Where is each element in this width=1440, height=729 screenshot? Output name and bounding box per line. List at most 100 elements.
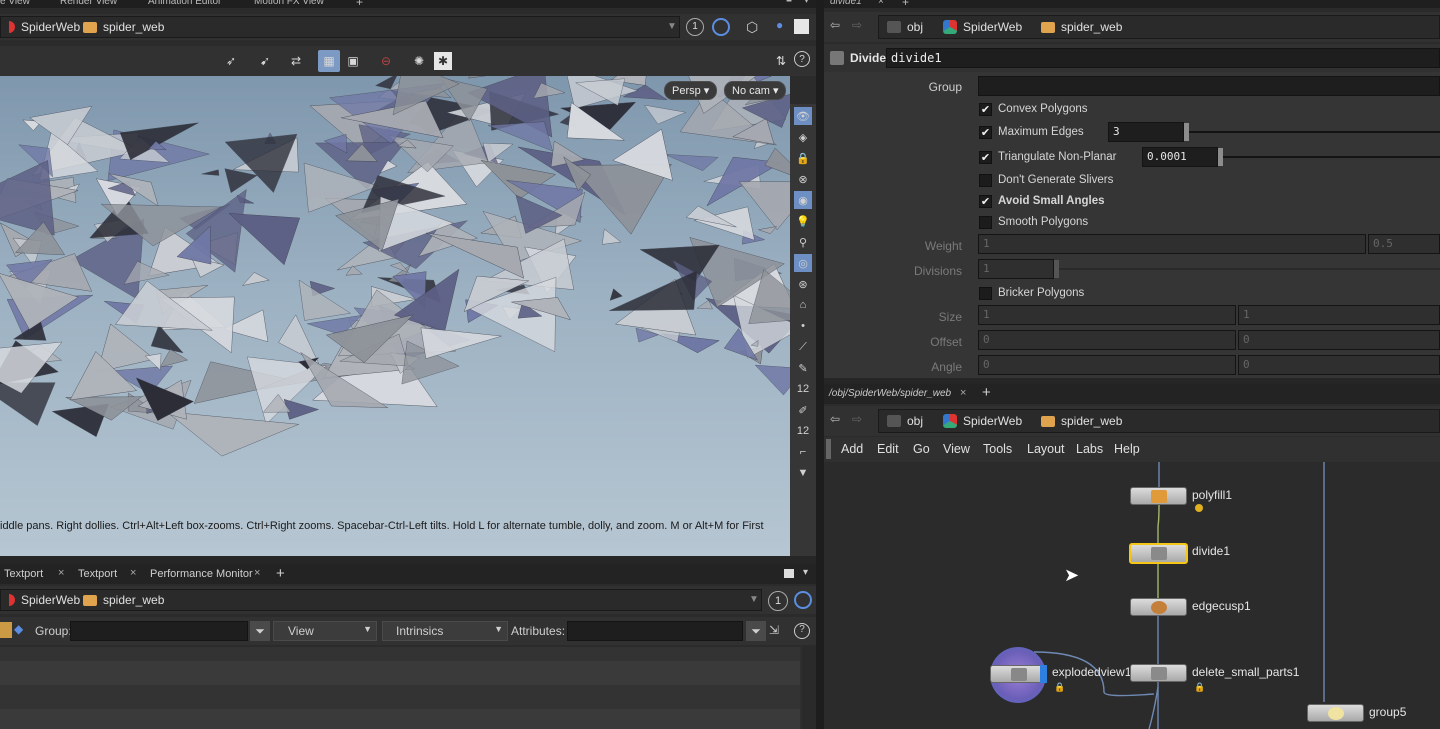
path-dropdown-icon[interactable]: ▼ — [667, 21, 677, 32]
move-tool-icon[interactable]: ➹ — [256, 52, 274, 70]
pane-dropdown-icon[interactable]: ▾ — [804, 0, 809, 7]
node-edgecusp1[interactable] — [1130, 598, 1187, 616]
offset-field-a[interactable]: 0 — [978, 330, 1236, 350]
node-explodedview1[interactable] — [990, 665, 1047, 683]
add-tab-icon[interactable]: + — [356, 0, 363, 8]
tab-render-view[interactable]: Render View — [60, 0, 117, 8]
path-dropdown-icon-2[interactable]: ▼ — [749, 594, 759, 605]
pane-menu-icon-2[interactable] — [784, 569, 794, 578]
table-row[interactable] — [0, 661, 800, 685]
menu-help[interactable]: Help — [1114, 442, 1140, 456]
view-dropdown[interactable]: View ▼ — [273, 621, 377, 641]
pane-menu-icon[interactable]: ■ — [786, 0, 792, 6]
node-group5[interactable] — [1307, 704, 1364, 722]
pen-icon[interactable]: ✎ — [794, 359, 812, 377]
maximum-edges-field[interactable]: 3 — [1108, 122, 1184, 142]
close-icon-2[interactable]: × — [130, 567, 136, 579]
crumb-obj-2[interactable]: obj — [879, 410, 931, 432]
crumb-spider-web-2[interactable]: spider_web — [75, 589, 172, 611]
table-scrollbar[interactable] — [802, 647, 816, 729]
stop-icon[interactable]: ⊖ — [377, 52, 395, 70]
points-mode-icon[interactable] — [0, 622, 12, 638]
horizontal-splitter[interactable] — [0, 556, 816, 564]
forward-icon[interactable]: ⇨ — [852, 18, 862, 32]
close-icon-5[interactable]: × — [960, 387, 966, 399]
node-polyfill1[interactable] — [1130, 487, 1187, 505]
point-icon[interactable]: • — [794, 317, 812, 335]
vertical-splitter[interactable] — [816, 0, 824, 729]
select-tool-icon[interactable]: ➶ — [222, 52, 240, 70]
close-icon-3[interactable]: × — [254, 567, 260, 579]
dont-slivers-checkbox[interactable] — [979, 174, 992, 187]
menu-tools[interactable]: Tools — [983, 442, 1012, 456]
table-row[interactable] — [0, 709, 800, 729]
network-editor[interactable]: polyfill1 divide1 edgecusp1 explodedview… — [824, 462, 1440, 729]
table-row[interactable] — [0, 685, 800, 709]
avoid-small-checkbox[interactable]: ✔ — [979, 195, 992, 208]
tab-animation-editor[interactable]: Animation Editor — [148, 0, 221, 8]
tab-performance-monitor[interactable]: Performance Monitor — [150, 568, 253, 580]
triangulate-field[interactable]: 0.0001 — [1142, 147, 1218, 167]
crumb-spiderweb-3[interactable]: SpiderWeb — [935, 16, 1030, 38]
intrinsics-dropdown[interactable]: Intrinsics ▼ — [382, 621, 508, 641]
close-icon-4[interactable]: × — [878, 0, 884, 8]
help-icon[interactable]: ? — [794, 51, 810, 67]
weight-field-a[interactable]: 1 — [978, 234, 1366, 254]
divisions-handle[interactable] — [1054, 260, 1059, 278]
bricker-checkbox[interactable] — [979, 287, 992, 300]
filter-icon-2[interactable]: ⏷ — [746, 621, 766, 641]
shelf-more-icon[interactable]: ▼ — [794, 464, 812, 482]
tab-textport[interactable]: Textport — [4, 568, 43, 580]
bg-icon[interactable]: ⊛ — [794, 275, 812, 293]
group-input[interactable] — [70, 621, 248, 641]
group-param-input[interactable] — [978, 76, 1440, 96]
smooth-polygons-checkbox[interactable] — [979, 216, 992, 229]
node-icon[interactable]: ◆ — [14, 622, 23, 636]
add-tab-icon-3[interactable]: + — [902, 0, 909, 8]
transform-tool-icon[interactable]: ⇄ — [287, 52, 305, 70]
menu-layout[interactable]: Layout — [1027, 442, 1065, 456]
camera-view-icon[interactable]: ▣ — [344, 52, 362, 70]
offset-field-b[interactable]: 0 — [1238, 330, 1440, 350]
divisions-slider[interactable] — [1056, 268, 1440, 270]
geometry-select-icon[interactable]: ▦ — [318, 50, 340, 72]
node-delete-small-parts1[interactable] — [1130, 664, 1187, 682]
tab-divide1[interactable]: divide1 — [830, 0, 862, 8]
tab-motion-fx[interactable]: Motion FX View — [254, 0, 324, 8]
light-icon[interactable]: 💡 — [794, 212, 812, 230]
pane-dropdown-icon-2[interactable]: ▾ — [803, 567, 808, 578]
light-link-icon[interactable]: ⚲ — [794, 233, 812, 251]
persp-menu[interactable]: Persp ▾ — [664, 81, 718, 100]
crumb-spider-web[interactable]: spider_web — [75, 16, 172, 38]
template-icon[interactable]: ◈ — [794, 128, 812, 146]
menu-edit[interactable]: Edit — [877, 442, 899, 456]
paint-icon[interactable]: ✐ — [794, 401, 812, 419]
help-icon-2[interactable]: ? — [794, 623, 810, 639]
divisions-field[interactable]: 1 — [978, 259, 1054, 279]
maximum-edges-checkbox[interactable]: ✔ — [979, 126, 992, 139]
close-icon[interactable]: × — [58, 567, 64, 579]
desktop-badge[interactable]: 1 — [686, 18, 704, 36]
triangulate-slider[interactable] — [1220, 156, 1440, 158]
menu-labs[interactable]: Labs — [1076, 442, 1103, 456]
weight-field-b[interactable]: 0.5 — [1368, 234, 1440, 254]
link-icon[interactable] — [712, 18, 730, 36]
brush-icon[interactable]: ⟋ — [794, 338, 812, 356]
camera-menu[interactable]: No cam ▾ — [724, 81, 787, 100]
tab-textport-2[interactable]: Textport — [78, 568, 117, 580]
tab-scene-view[interactable]: e View — [0, 0, 30, 8]
forward-icon-2[interactable]: ⇨ — [852, 412, 862, 426]
crumb-spiderweb-4[interactable]: SpiderWeb — [935, 410, 1030, 432]
back-icon[interactable]: ⇦ — [830, 18, 840, 32]
angle-field-b[interactable]: 0 — [1238, 355, 1440, 375]
menu-add[interactable]: Add — [841, 442, 863, 456]
display-flag[interactable] — [1040, 665, 1047, 683]
options-icon[interactable]: ⇅ — [772, 52, 790, 70]
settings-icon[interactable]: ✱ — [434, 52, 452, 70]
visibility-icon[interactable]: 👁 — [794, 107, 812, 125]
menu-view[interactable]: View — [943, 442, 970, 456]
desktop-badge-2[interactable]: 1 — [768, 591, 788, 611]
corner-icon[interactable]: ⌐ — [794, 443, 812, 461]
size-field-b[interactable]: 1 — [1238, 305, 1440, 325]
maximum-edges-slider[interactable] — [1186, 131, 1440, 133]
